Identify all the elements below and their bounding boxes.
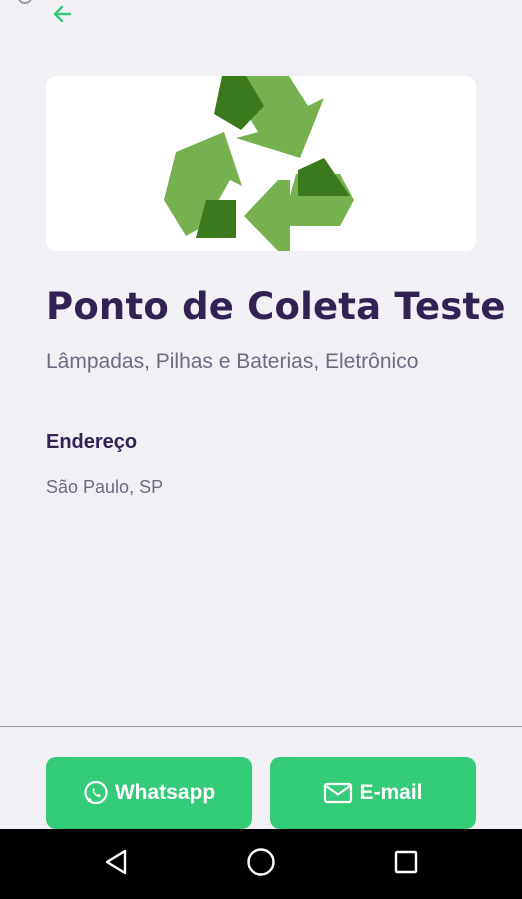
arrow-left-icon [50,2,74,30]
page-title: Ponto de Coleta Teste [46,285,506,328]
mail-icon [323,781,353,805]
square-recents-icon [393,849,419,879]
whatsapp-icon [83,780,109,806]
footer-divider [0,726,522,727]
whatsapp-label: Whatsapp [114,781,216,804]
system-home-button[interactable] [243,846,279,882]
address-value: São Paulo, SP [46,477,164,497]
circle-home-icon [246,847,276,881]
email-label: E-mail [359,781,423,804]
system-recents-button[interactable] [388,846,424,882]
whatsapp-button[interactable]: Whatsapp [46,757,252,829]
system-back-button[interactable] [98,846,134,882]
triangle-back-icon [103,848,129,880]
point-image [46,76,476,251]
address-label: Endereço [46,431,138,453]
collected-items: Lâmpadas, Pilhas e Baterias, Eletrônico [46,350,419,373]
back-button[interactable] [46,0,78,32]
email-button[interactable]: E-mail [270,757,476,829]
status-bar-indicator [18,0,32,4]
system-navigation-bar [0,829,522,899]
